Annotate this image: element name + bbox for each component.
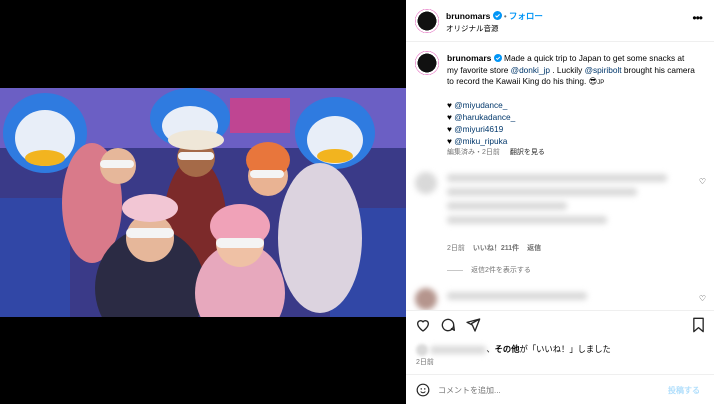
- heart-icon[interactable]: [415, 317, 431, 335]
- post-header: brunomars • フォロー オリジナル音源 •••: [406, 0, 714, 42]
- tag-item: ♥ @harukadance_: [447, 112, 516, 122]
- caption-meta: 編集済み・2日前 翻訳を見る: [447, 147, 545, 157]
- tag-item: ♥ @miku_ripuka: [447, 136, 508, 146]
- caption-avatar[interactable]: [415, 51, 439, 75]
- mention-spiribolt[interactable]: @spiribolt: [585, 65, 622, 75]
- flag-label: JP: [597, 80, 605, 86]
- bookmark-icon[interactable]: [691, 317, 706, 335]
- post-side-panel: brunomars • フォロー オリジナル音源 ••• brunomars M…: [406, 0, 714, 404]
- audio-label[interactable]: オリジナル音源: [446, 23, 499, 34]
- action-bar: [406, 310, 714, 340]
- post-photo[interactable]: [0, 88, 406, 317]
- edited-label: 編集済み・2日前: [447, 149, 500, 156]
- mention-donki[interactable]: @donki_jp: [511, 65, 550, 75]
- username[interactable]: brunomars: [446, 11, 490, 21]
- verified-badge-icon: [492, 11, 502, 21]
- more-options-icon[interactable]: •••: [692, 11, 703, 25]
- liker-name-redacted[interactable]: [430, 345, 487, 354]
- comment-input[interactable]: [438, 383, 658, 398]
- comment-text-redacted: [447, 188, 637, 196]
- likes-others-link[interactable]: その他: [495, 344, 520, 354]
- comment-text-redacted: [447, 216, 607, 224]
- verified-badge-icon: [493, 53, 502, 63]
- comment-text-redacted: [447, 174, 667, 182]
- heart-icon[interactable]: ♡: [699, 294, 706, 303]
- follow-button[interactable]: フォロー: [509, 11, 543, 21]
- liker-avatar[interactable]: [416, 343, 428, 356]
- comment-text-redacted: [447, 202, 567, 210]
- tag-item: ♥ @miyuri4619: [447, 124, 504, 134]
- post-caption: brunomars Made a quick trip to Japan to …: [447, 53, 697, 90]
- comment-time: 2日前: [447, 245, 465, 252]
- emoji-icon[interactable]: [416, 383, 430, 399]
- header-user-line: brunomars • フォロー: [446, 11, 543, 21]
- avatar[interactable]: [415, 9, 439, 33]
- comment-bar: 投稿する: [406, 374, 714, 404]
- translate-link[interactable]: 翻訳を見る: [510, 149, 545, 156]
- tag-link[interactable]: @miku_ripuka: [454, 136, 507, 146]
- commenter-avatar[interactable]: [415, 288, 437, 310]
- tag-list: ♥ @miyudance_ ♥ @harukadance_ ♥ @miyuri4…: [447, 99, 515, 147]
- media-area: [0, 0, 406, 404]
- caption-text-2: . Luckily: [549, 64, 585, 75]
- reply-button[interactable]: 返信: [527, 245, 541, 252]
- share-icon[interactable]: [465, 317, 481, 335]
- heart-icon[interactable]: ♡: [699, 177, 706, 186]
- comment-text-redacted: [447, 292, 587, 300]
- tag-link[interactable]: @miyudance_: [454, 100, 507, 110]
- tag-item: ♥ @miyudance_: [447, 100, 508, 110]
- show-replies-button[interactable]: 返信2件を表示する: [447, 265, 531, 275]
- commenter-avatar[interactable]: [415, 172, 437, 194]
- comments-area[interactable]: brunomars Made a quick trip to Japan to …: [406, 42, 714, 310]
- likes-summary: 、その他が「いいね！」しました: [416, 343, 611, 356]
- post-comment-button[interactable]: 投稿する: [668, 385, 700, 396]
- comment-meta: 2日前 いいね！211件 返信: [447, 243, 541, 253]
- caption-username[interactable]: brunomars: [447, 53, 491, 63]
- posted-ago: 2日前: [416, 359, 434, 366]
- tag-link[interactable]: @harukadance_: [454, 112, 515, 122]
- comment-likes[interactable]: いいね！211件: [473, 245, 519, 252]
- comment-icon[interactable]: [440, 317, 456, 335]
- photo-illustration: [0, 88, 406, 317]
- tag-link[interactable]: @miyuri4619: [454, 124, 503, 134]
